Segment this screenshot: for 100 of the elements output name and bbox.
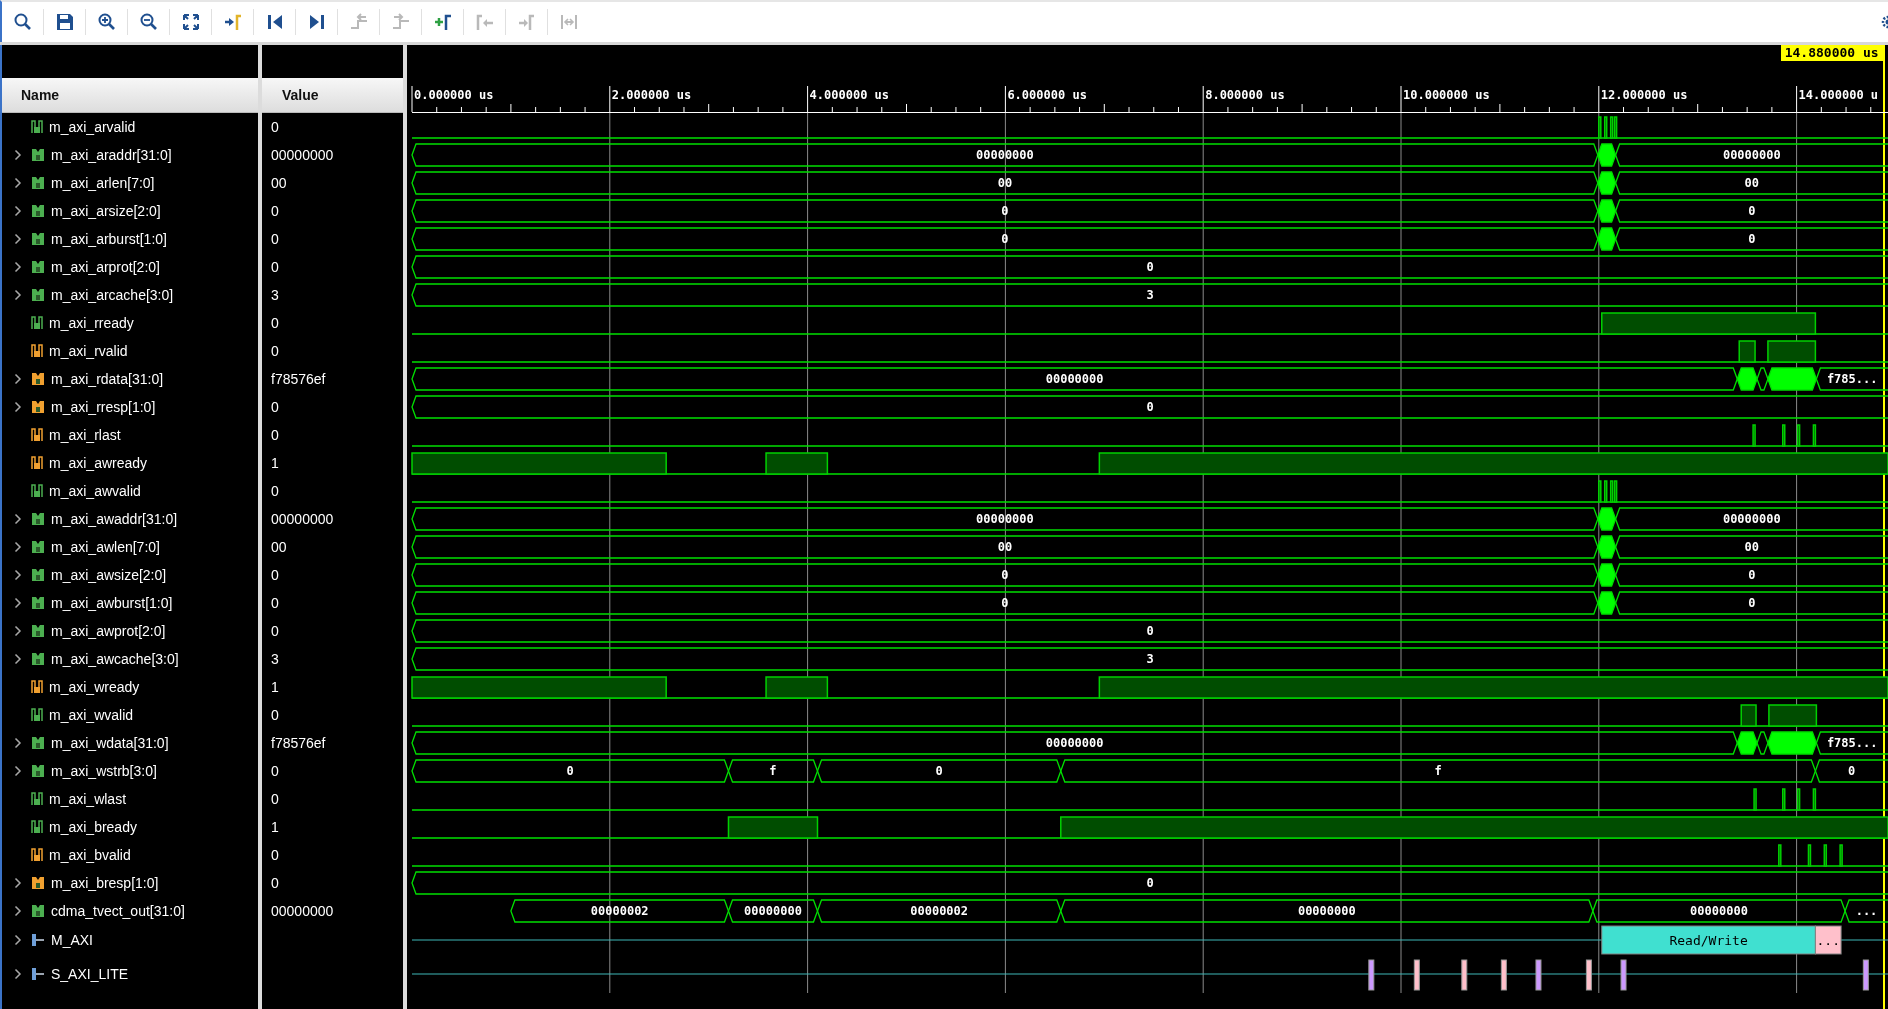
chevron-icon[interactable] bbox=[14, 541, 22, 553]
chevron-icon[interactable] bbox=[14, 905, 22, 917]
signal-value: 0 bbox=[271, 763, 279, 779]
signal-name[interactable]: m_axi_arburst[1:0] bbox=[51, 231, 167, 247]
signal-name[interactable]: S_AXI_LITE bbox=[51, 966, 129, 982]
bus-value: 00000000 bbox=[976, 148, 1034, 162]
bus-value: f bbox=[1434, 764, 1442, 778]
chevron-icon[interactable] bbox=[14, 233, 22, 245]
chevron-icon[interactable] bbox=[14, 765, 22, 777]
signal-value: 0 bbox=[271, 315, 279, 331]
signal-name[interactable]: m_axi_awburst[1:0] bbox=[51, 595, 173, 611]
chevron-icon[interactable] bbox=[14, 401, 22, 413]
signal-value: 0 bbox=[271, 847, 279, 863]
bus-value: 00000000 bbox=[1297, 904, 1356, 918]
signal-name[interactable]: m_axi_rlast bbox=[49, 427, 121, 443]
signal-value: 0 bbox=[271, 595, 279, 611]
signal-name[interactable]: m_axi_arlen[7:0] bbox=[51, 175, 155, 191]
chevron-icon[interactable] bbox=[14, 261, 22, 273]
signal-name[interactable]: m_axi_rready bbox=[49, 315, 134, 331]
bus-value: 00000000 bbox=[1045, 372, 1104, 386]
signal-value: 0 bbox=[271, 231, 279, 247]
event-marker[interactable] bbox=[1413, 959, 1420, 991]
chevron-icon[interactable] bbox=[14, 569, 22, 581]
signal-value: 0 bbox=[271, 203, 279, 219]
signal-name[interactable]: m_axi_bresp[1:0] bbox=[51, 875, 159, 891]
signal-name[interactable]: m_axi_rdata[31:0] bbox=[51, 371, 164, 387]
bus-value: ... bbox=[1855, 904, 1878, 918]
signal-name[interactable]: m_axi_bvalid bbox=[49, 847, 131, 863]
signal-value: 0 bbox=[271, 259, 279, 275]
chevron-icon[interactable] bbox=[14, 625, 22, 637]
bus-value: 0 bbox=[1848, 764, 1856, 778]
bus-value: 0 bbox=[1146, 624, 1154, 638]
bus-value: 00000002 bbox=[590, 904, 649, 918]
signal-value: f78576ef bbox=[271, 735, 326, 751]
signal-name[interactable]: m_axi_wstrb[3:0] bbox=[51, 763, 157, 779]
event-marker[interactable] bbox=[1500, 959, 1507, 991]
bus-value: f bbox=[769, 764, 777, 778]
chevron-icon[interactable] bbox=[14, 737, 22, 749]
chevron-icon[interactable] bbox=[14, 934, 22, 946]
signal-name[interactable]: m_axi_awprot[2:0] bbox=[51, 623, 166, 639]
event-marker[interactable] bbox=[1862, 959, 1869, 991]
settings-icon[interactable] bbox=[1881, 15, 1888, 29]
column-header[interactable]: Name bbox=[2, 78, 258, 113]
chevron-icon[interactable] bbox=[14, 653, 22, 665]
chevron-icon[interactable] bbox=[14, 177, 22, 189]
search-icon bbox=[12, 12, 33, 32]
signal-value: 0 bbox=[271, 483, 279, 499]
event-marker[interactable] bbox=[1535, 959, 1542, 991]
signal-value: 0 bbox=[271, 791, 279, 807]
signal-name[interactable]: m_axi_awsize[2:0] bbox=[51, 567, 167, 583]
cursor-line[interactable] bbox=[1882, 45, 1885, 1009]
signal-value: 3 bbox=[271, 287, 279, 303]
bus-value: 00000000 bbox=[1690, 904, 1748, 918]
signal-name[interactable]: m_axi_rresp[1:0] bbox=[51, 399, 156, 415]
signal-value: 0 bbox=[271, 399, 279, 415]
bus-value: 0 bbox=[566, 764, 574, 778]
transaction-bar[interactable] bbox=[1601, 925, 1816, 955]
bus-value: 00 bbox=[1744, 176, 1760, 190]
bracket-arrow-icon bbox=[516, 12, 537, 32]
signal-name[interactable]: m_axi_wvalid bbox=[49, 707, 134, 723]
time-label: 2.000000 us bbox=[611, 88, 692, 102]
chevron-icon[interactable] bbox=[14, 205, 22, 217]
column-header[interactable]: Value bbox=[262, 78, 403, 113]
signal-name[interactable]: m_axi_arvalid bbox=[49, 119, 136, 135]
signal-name[interactable]: m_axi_wdata[31:0] bbox=[51, 735, 169, 751]
chevron-icon[interactable] bbox=[14, 877, 22, 889]
signal-name[interactable]: m_axi_rvalid bbox=[49, 343, 128, 359]
event-marker[interactable] bbox=[1368, 959, 1375, 991]
signal-name[interactable]: m_axi_awcache[3:0] bbox=[51, 651, 179, 667]
event-marker[interactable] bbox=[1585, 959, 1592, 991]
signal-name[interactable]: m_axi_arsize[2:0] bbox=[51, 203, 161, 219]
chevron-icon[interactable] bbox=[14, 968, 22, 980]
signal-name[interactable]: m_axi_araddr[31:0] bbox=[51, 147, 172, 163]
time-label: 12.000000 us bbox=[1600, 88, 1688, 102]
chevron-icon[interactable] bbox=[14, 597, 22, 609]
signal-name[interactable]: cdma_tvect_out[31:0] bbox=[51, 903, 185, 919]
signal-name[interactable]: M_AXI bbox=[51, 932, 93, 948]
signal-value: 1 bbox=[271, 679, 279, 695]
chevron-icon[interactable] bbox=[14, 373, 22, 385]
event-marker[interactable] bbox=[1620, 959, 1627, 991]
signal-name[interactable]: m_axi_wlast bbox=[49, 791, 127, 807]
chevron-icon[interactable] bbox=[14, 513, 22, 525]
event-marker[interactable] bbox=[1461, 959, 1468, 991]
bus-value: 00 bbox=[1744, 540, 1760, 554]
transaction-bar[interactable] bbox=[1814, 925, 1842, 955]
chevron-icon[interactable] bbox=[14, 289, 22, 301]
time-label: 8.000000 us bbox=[1205, 88, 1285, 102]
signal-name[interactable]: m_axi_awaddr[31:0] bbox=[51, 511, 178, 527]
signal-name[interactable]: m_axi_arprot[2:0] bbox=[51, 259, 160, 275]
cursor-time-label: 14.880000 us bbox=[1780, 45, 1883, 61]
signal-name[interactable]: m_axi_wready bbox=[49, 679, 140, 695]
bus-value: 0 bbox=[1146, 260, 1154, 274]
signal-name[interactable]: m_axi_arcache[3:0] bbox=[51, 287, 174, 303]
bus-value: f785... bbox=[1826, 372, 1878, 386]
signal-name[interactable]: m_axi_awvalid bbox=[49, 483, 141, 499]
step-arrow-icon bbox=[390, 12, 411, 32]
signal-name[interactable]: m_axi_awlen[7:0] bbox=[51, 539, 160, 555]
signal-name[interactable]: m_axi_bready bbox=[49, 819, 137, 835]
chevron-icon[interactable] bbox=[14, 149, 22, 161]
signal-name[interactable]: m_axi_awready bbox=[49, 455, 148, 471]
